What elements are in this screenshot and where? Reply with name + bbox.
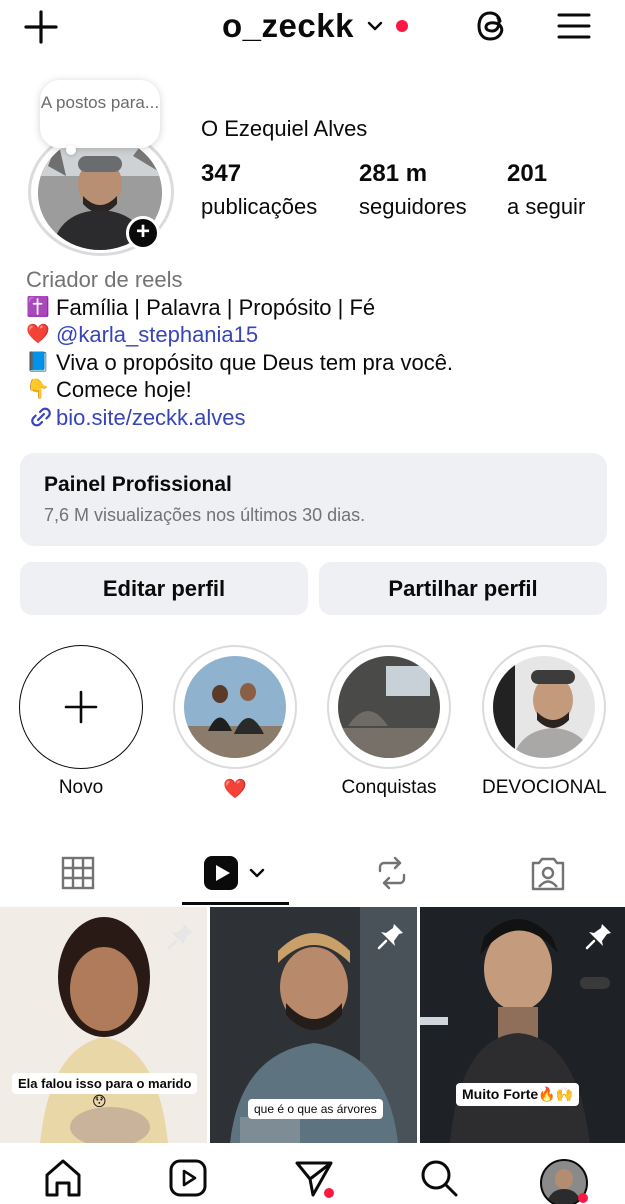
highlight-devocional[interactable]: DEVOCIONAL [482,645,607,799]
reel-caption-emoji: 😯 [92,1093,107,1109]
highlight-circle [173,645,297,769]
stat-posts[interactable]: 347 publicações [201,160,317,220]
account-switcher[interactable]: o_zeckk [222,4,408,48]
bio-text: Família | Palavra | Propósito | Fé [56,294,376,320]
highlight-cover-image [338,656,440,758]
stat-followers[interactable]: 281 m seguidores [359,160,467,220]
edit-profile-button[interactable]: Editar perfil [20,562,308,615]
top-bar: o_zeckk [0,0,625,56]
tab-reposts[interactable] [314,840,470,906]
highlight-cover [338,656,440,758]
highlight-circle [482,645,606,769]
panel-subtitle: 7,6 M visualizações nos últimos 30 dias. [44,505,366,525]
note-text: A postos para... [40,93,160,112]
highlight-circle [19,645,143,769]
highlight-label: ❤️ [223,779,247,800]
highlight-cover-image [493,656,595,758]
chevron-down-icon [367,21,383,31]
reel-caption: Muito Forte🔥🙌 [456,1083,580,1106]
grid-item[interactable]: Ela falou isso para o marido 😯 [0,907,207,1143]
book-emoji: 📘 [26,351,50,373]
professional-dashboard[interactable]: Painel Profissional 7,6 M visualizações … [20,453,607,546]
notification-dot [395,20,408,32]
cross-emoji: ✝️ [26,296,50,318]
pointing-down-emoji: 👇 [26,379,50,400]
reel-caption: Ela falou isso para o marido [12,1073,198,1094]
reels-nav-icon[interactable] [167,1157,209,1199]
plus-icon [64,690,98,724]
highlight-cover [493,656,595,758]
note-bubble[interactable]: A postos para... [40,80,160,148]
stat-value: 201 [507,160,548,187]
stat-value: 347 [201,160,242,187]
search-icon[interactable] [418,1157,460,1199]
tab-grid[interactable] [0,840,156,906]
highlight-cover-image [184,656,286,758]
pin-icon [585,924,611,950]
stat-label: a seguir [507,194,586,219]
bio-line: 👇 Comece hoje! [26,376,616,404]
highlight-label: Conquistas [341,777,437,798]
profile-full-name: O Ezequiel Alves [201,116,368,141]
highlight-label: DEVOCIONAL [482,777,607,798]
profile-bio: Criador de reels ✝️ Família | Palavra | … [26,266,616,431]
reels-grid: Ela falou isso para o marido 😯 que é o q… [0,907,625,1143]
bio-text: Viva o propósito que Deus tem pra você. [56,349,454,375]
menu-icon[interactable] [556,8,592,44]
highlight-circle [327,645,451,769]
reels-icon [204,856,238,890]
stat-label: publicações [201,194,318,219]
note-bubble-tail [66,145,76,155]
stat-value: 281 m [359,160,428,187]
link-icon [31,407,51,427]
bio-line: ✝️ Família | Palavra | Propósito | Fé [26,294,616,322]
heart-emoji: ❤️ [26,324,50,345]
create-plus-icon[interactable] [22,8,60,46]
share-profile-button[interactable]: Partilhar perfil [319,562,607,615]
grid-icon [61,856,95,890]
home-icon[interactable] [42,1157,84,1199]
highlight-cover [184,656,286,758]
username-title: o_zeckk [222,7,354,44]
add-story-button[interactable]: + [126,216,160,250]
profile-tabs [0,840,625,906]
highlight-heart[interactable]: ❤️ [173,645,297,801]
pin-icon [167,924,193,950]
notification-dot [578,1193,588,1203]
profile-category: Criador de reels [26,267,183,292]
direct-messages-icon[interactable] [293,1157,335,1199]
repost-icon [378,856,406,890]
active-tab-indicator [182,902,289,905]
reel-caption: que é o que as árvores [248,1099,383,1119]
bio-external-link[interactable]: bio.site/zeckk.alves [56,404,246,432]
grid-item[interactable]: que é o que as árvores [210,907,417,1143]
tab-tagged[interactable] [470,840,625,906]
stat-label: seguidores [359,194,467,219]
pin-icon [377,924,403,950]
bio-link-row[interactable]: bio.site/zeckk.alves [26,404,616,432]
highlight-label: Novo [58,777,104,798]
tab-reels[interactable] [156,840,312,906]
bio-text: Comece hoje! [56,377,192,402]
bio-line: ❤️ @karla_stephania15 [26,321,616,349]
highlight-conquistas[interactable]: Conquistas [327,645,451,799]
tagged-person-icon [531,857,565,891]
grid-item[interactable]: Muito Forte🔥🙌 [420,907,625,1143]
bottom-navigation [0,1143,625,1204]
stat-following[interactable]: 201 a seguir [507,160,585,220]
panel-title: Painel Profissional [44,473,232,496]
bio-line: 📘 Viva o propósito que Deus tem pra você… [26,349,616,377]
bio-mention-link[interactable]: @karla_stephania15 [56,321,258,349]
chevron-down-icon [249,868,265,878]
highlight-new[interactable]: Novo [19,645,143,799]
threads-icon[interactable] [472,6,512,46]
